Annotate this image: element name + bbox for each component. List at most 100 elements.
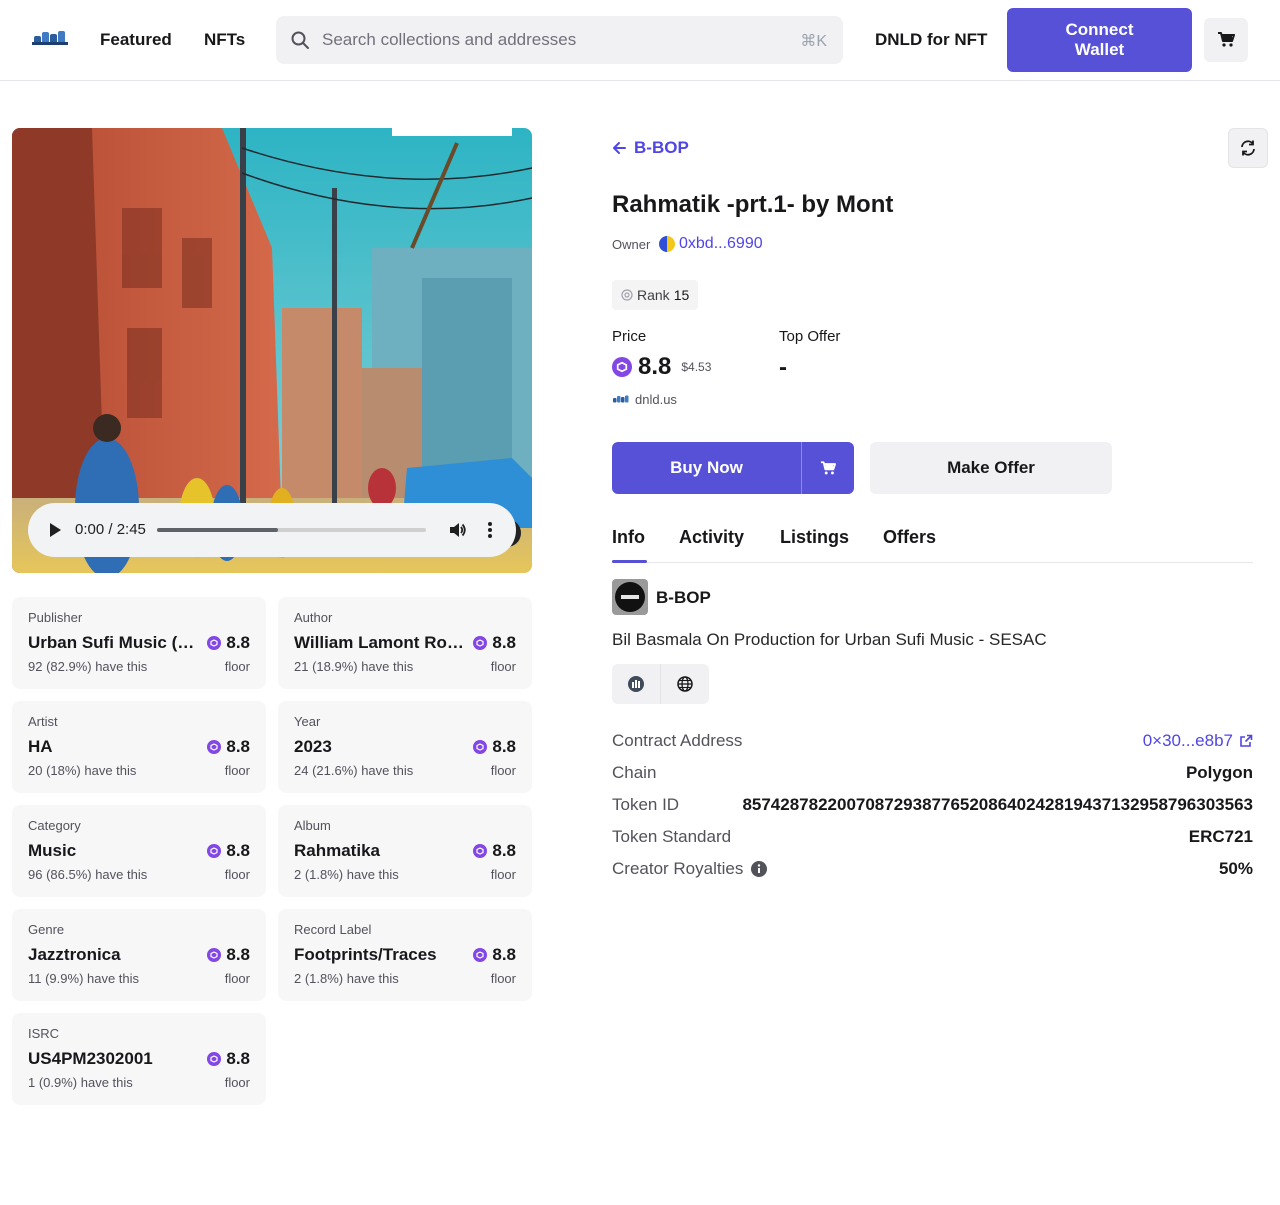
trait-value: Jazztronica <box>28 945 121 964</box>
rank-icon <box>621 289 633 301</box>
trait-value: Music <box>28 841 77 860</box>
external-link-icon <box>1240 734 1253 747</box>
trait-card-artist[interactable]: Artist HA 8.8 20 (18%) have this floor <box>12 701 266 793</box>
make-offer-button[interactable]: Make Offer <box>870 442 1112 494</box>
more-options-icon[interactable] <box>486 521 494 539</box>
trait-floor-label: floor <box>224 971 250 986</box>
top-offer-label: Top Offer <box>779 328 841 345</box>
marketplace-source[interactable]: dnld.us <box>612 392 677 407</box>
polygon-icon <box>207 1052 222 1066</box>
polygon-icon <box>207 844 222 858</box>
trait-floor-label: floor <box>490 867 516 882</box>
cart-button[interactable] <box>1204 18 1248 62</box>
trait-label: Year <box>294 714 321 729</box>
trait-rarity: 21 (18.9%) have this <box>294 659 414 674</box>
polygon-icon <box>473 636 488 650</box>
tab-listings[interactable]: Listings <box>780 527 849 548</box>
dnld-icon <box>628 676 644 692</box>
globe-icon <box>677 676 693 692</box>
info-icon[interactable] <box>751 861 768 877</box>
polygon-icon <box>207 948 222 962</box>
refresh-icon <box>1241 140 1255 156</box>
contract-address-link[interactable]: 0×30...e8b7 <box>1143 731 1253 751</box>
creator-royalties-label: Creator Royalties <box>612 859 768 879</box>
trait-floor-label: floor <box>224 659 250 674</box>
trait-rarity: 2 (1.8%) have this <box>294 971 399 986</box>
refresh-button[interactable] <box>1228 128 1268 168</box>
rank-value: 15 <box>673 287 690 303</box>
trait-card-isrc[interactable]: ISRC US4PM2302001 8.8 1 (0.9%) have this… <box>12 1013 266 1105</box>
trait-value: Urban Sufi Music (SESAC) <box>28 633 200 652</box>
cart-icon <box>1218 32 1235 47</box>
trait-card-publisher[interactable]: Publisher Urban Sufi Music (SESAC) 8.8 9… <box>12 597 266 689</box>
owner-avatar <box>659 236 675 252</box>
trait-rarity: 2 (1.8%) have this <box>294 867 399 882</box>
marketplace-name: dnld.us <box>635 392 677 407</box>
price-value: 8.8 <box>638 353 672 380</box>
owner-label: Owner <box>612 237 651 252</box>
play-icon[interactable] <box>49 523 61 537</box>
nav-nfts[interactable]: NFTs <box>204 30 245 50</box>
trait-floor-label: floor <box>490 659 516 674</box>
dnld-link-button[interactable] <box>612 664 660 704</box>
search-input[interactable] <box>322 16 782 64</box>
trait-label: Record Label <box>294 922 372 937</box>
polygon-icon <box>612 357 632 377</box>
trait-label: ISRC <box>28 1026 60 1041</box>
trait-label: Author <box>294 610 333 625</box>
audio-player: 0:00 / 2:45 <box>28 503 516 557</box>
polygon-icon <box>473 740 488 754</box>
trait-label: Publisher <box>28 610 83 625</box>
trait-value: HA <box>28 737 53 756</box>
rank-badge: Rank 15 <box>612 280 699 310</box>
trait-label: Genre <box>28 922 65 937</box>
trait-floor-price: 8.8 <box>473 633 516 653</box>
price-label: Price <box>612 328 647 345</box>
dnld-for-nft-link[interactable]: DNLD for NFT <box>875 30 987 50</box>
trait-rarity: 92 (82.9%) have this <box>28 659 148 674</box>
polygon-icon <box>473 844 488 858</box>
trait-card-genre[interactable]: Genre Jazztronica 8.8 11 (9.9%) have thi… <box>12 909 266 1001</box>
nav-featured[interactable]: Featured <box>100 30 172 50</box>
tab-activity[interactable]: Activity <box>679 527 744 548</box>
trait-floor-price: 8.8 <box>207 633 250 653</box>
collection-name[interactable]: B-BOP <box>656 588 711 608</box>
token-standard-value: ERC721 <box>1188 827 1253 846</box>
price-usd: $4.53 <box>681 360 712 374</box>
trait-floor-price: 8.8 <box>207 737 250 757</box>
trait-floor-price: 8.8 <box>473 737 516 757</box>
creator-royalties-value: 50% <box>1218 859 1253 878</box>
search-shortcut-hint: ⌘K <box>800 33 827 50</box>
search-bar[interactable]: ⌘K <box>276 16 843 64</box>
dnld-logo[interactable] <box>32 28 68 50</box>
tab-offers[interactable]: Offers <box>883 527 936 548</box>
volume-icon[interactable] <box>449 521 467 539</box>
token-standard-label: Token Standard <box>612 827 732 846</box>
trait-value: 2023 <box>294 737 332 756</box>
trait-card-year[interactable]: Year 2023 8.8 24 (21.6%) have this floor <box>278 701 532 793</box>
website-link-button[interactable] <box>661 664 709 704</box>
trait-rarity: 96 (86.5%) have this <box>28 867 148 882</box>
polygon-icon <box>207 740 222 754</box>
search-icon <box>291 31 309 49</box>
contract-address-label: Contract Address <box>612 731 743 750</box>
polygon-icon <box>473 948 488 962</box>
trait-card-record-label[interactable]: Record Label Footprints/Traces 8.8 2 (1.… <box>278 909 532 1001</box>
audio-progress-slider[interactable] <box>157 528 426 532</box>
trait-card-author[interactable]: Author William Lamont Roberts 8.8 21 (18… <box>278 597 532 689</box>
connect-wallet-button[interactable]: Connect Wallet <box>1007 8 1192 72</box>
chain-value: Polygon <box>1185 763 1253 782</box>
collection-back-link[interactable]: B-BOP <box>612 138 689 158</box>
buy-now-button[interactable]: Buy Now <box>612 442 801 494</box>
top-offer-value: - <box>779 354 787 381</box>
trait-value: Rahmatika <box>294 841 380 860</box>
trait-card-category[interactable]: Category Music 8.8 96 (86.5%) have this … <box>12 805 266 897</box>
owner-address-link[interactable]: 0xbd...6990 <box>679 235 763 253</box>
collection-avatar[interactable] <box>612 579 648 615</box>
trait-card-album[interactable]: Album Rahmatika 8.8 2 (1.8%) have this f… <box>278 805 532 897</box>
tab-info[interactable]: Info <box>612 527 645 548</box>
trait-floor-price: 8.8 <box>473 841 516 861</box>
add-to-cart-button[interactable] <box>802 442 854 494</box>
trait-floor-label: floor <box>224 1075 250 1090</box>
trait-floor-label: floor <box>224 867 250 882</box>
